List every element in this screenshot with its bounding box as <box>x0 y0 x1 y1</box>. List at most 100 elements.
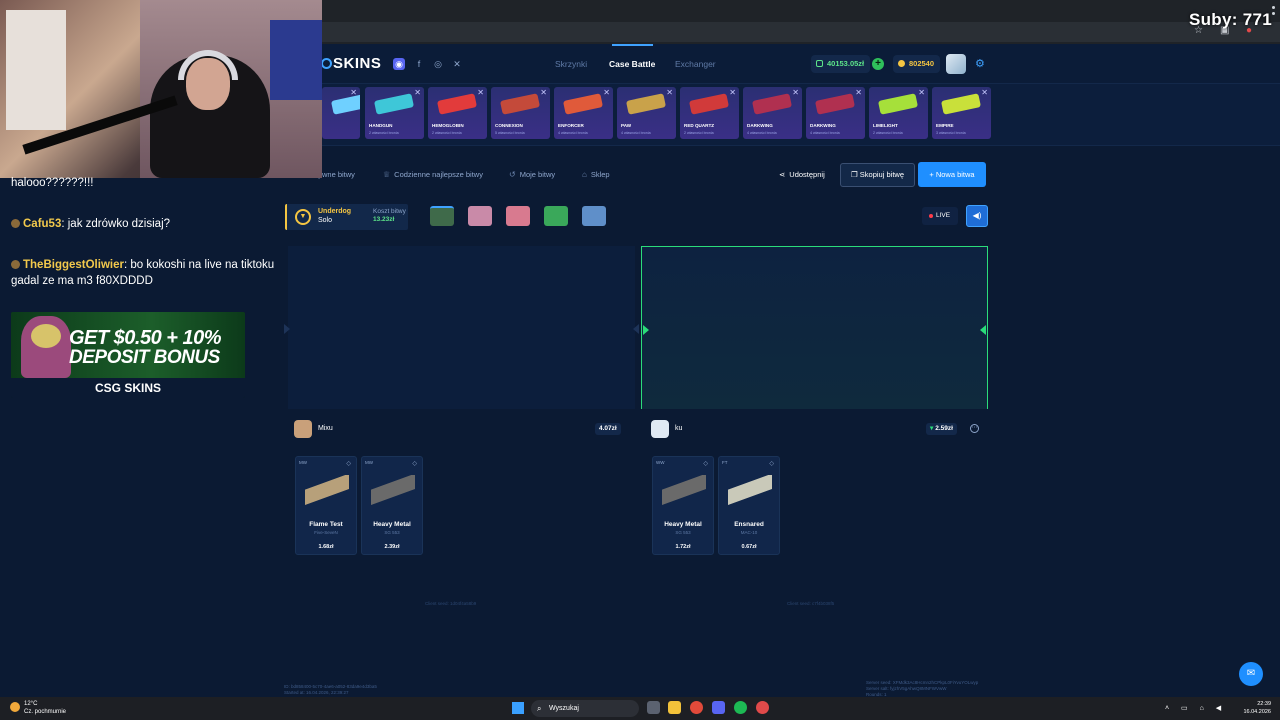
battle-id: ID: bd858400-5c70-4ae6-a052-83da9e4d3ba5… <box>284 684 377 695</box>
copy-battle-button[interactable]: ❐ Skopiuj bitwę <box>840 163 915 187</box>
remove-case-icon[interactable]: ✕ <box>666 88 673 97</box>
case-subtitle: 3 własności bronia <box>936 131 966 135</box>
copy-label: Skopiuj bitwę <box>859 170 904 179</box>
search-label: Wyszukaj <box>549 705 579 712</box>
mode-name: Underdog <box>318 208 352 215</box>
cart-icon: ⌂ <box>582 170 587 179</box>
case-card[interactable]: ✕ EMPIRE 3 własności bronia <box>932 87 991 139</box>
case-card[interactable]: ✕ HANDGUN 2 własności bronia <box>365 87 424 139</box>
remove-case-icon[interactable]: ✕ <box>540 88 547 97</box>
avatar[interactable] <box>294 420 312 438</box>
weapon-image <box>499 93 541 115</box>
taskbar-search[interactable]: ⌕ Wyszukaj <box>531 700 639 717</box>
file-explorer-icon[interactable] <box>668 701 681 714</box>
chrome-icon[interactable] <box>690 701 703 714</box>
case-card[interactable]: ✕ HEMOGLOBIN 2 własności bronia <box>428 87 487 139</box>
live-indicator[interactable]: LIVE <box>922 207 958 225</box>
won-item-card[interactable]: FT ◇ Ensnared MAC-10 0.67zł <box>718 456 780 555</box>
case-card[interactable]: ✕ RED QUARTZ 2 własności bronia <box>680 87 739 139</box>
tab-case-battle[interactable]: Case Battle <box>609 59 655 69</box>
case-card[interactable]: ✕ PAW 4 własności bronia <box>617 87 676 139</box>
won-item-card[interactable]: MW ◇ Flame Test Five-SeveN 1.68zł <box>295 456 357 555</box>
won-item-card[interactable]: WW ◇ Heavy Metal SG 553 1.72zł <box>652 456 714 555</box>
link-my-battles[interactable]: ↺ Moje bitwy <box>509 170 555 179</box>
remove-case-icon[interactable]: ✕ <box>603 88 610 97</box>
cash-balance[interactable]: 40153.05zł <box>811 55 871 73</box>
battle-info: ▼ Underdog Solo Koszt bitwy 13.23zł LIVE… <box>285 204 990 230</box>
case-card[interactable]: ✕ LIMELIGHT 2 własności bronia <box>869 87 928 139</box>
tab-exchanger[interactable]: Exchanger <box>675 59 716 69</box>
case-card[interactable]: ✕ CONNEXION 5 własności bronia <box>491 87 550 139</box>
x-twitter-icon[interactable]: ✕ <box>451 58 463 70</box>
arena-marker <box>284 324 290 334</box>
won-item-card[interactable]: MW ◇ Heavy Metal SG 553 2.39zł <box>361 456 423 555</box>
player-name[interactable]: ku <box>675 425 682 432</box>
case-card[interactable]: ✕ DARKWING 4 własności bronia <box>806 87 865 139</box>
shield-icon: ◇ <box>769 461 774 467</box>
item-price: 2.39zł <box>384 544 400 550</box>
discord-icon[interactable]: ◉ <box>393 58 405 70</box>
discord-taskbar-icon[interactable] <box>712 701 725 714</box>
time: 22:39 <box>1257 701 1271 707</box>
deposit-bonus-ad[interactable]: GET $0.50 + 10% DEPOSIT BONUS CSG SKINS <box>11 312 245 398</box>
battle-case-thumb[interactable] <box>582 206 606 226</box>
case-card[interactable]: ✕ <box>322 87 360 139</box>
coin-balance[interactable]: 802540 <box>893 55 941 73</box>
remove-case-icon[interactable]: ✕ <box>477 88 484 97</box>
user-avatar[interactable] <box>946 54 966 74</box>
item-weapon: SG 553 <box>675 530 691 535</box>
facebook-icon[interactable]: f <box>413 58 425 70</box>
weapon-image <box>814 93 856 115</box>
link-daily-best-battles[interactable]: ♕ Codzienne najlepsze bitwy <box>383 170 483 179</box>
remove-case-icon[interactable]: ✕ <box>981 88 988 97</box>
battle-case-thumb[interactable] <box>430 206 454 226</box>
ad-character-face <box>31 324 61 348</box>
case-subtitle: 2 własności bronia <box>369 131 399 135</box>
battle-mode: ▼ Underdog Solo Koszt bitwy 13.23zł <box>285 204 408 230</box>
chat-text: halooo??????!!! <box>11 177 94 189</box>
address-bar[interactable] <box>322 22 1280 42</box>
system-tray[interactable]: ˄ ▭ ⌂ ◀ <box>1165 704 1226 712</box>
gear-icon[interactable]: ⚙ <box>975 57 985 70</box>
remove-case-icon[interactable]: ✕ <box>918 88 925 97</box>
chat-username: TheBiggestOliwier <box>23 259 124 271</box>
case-subtitle: 2 własności bronia <box>432 131 462 135</box>
server-seed: Server seed: XFMdk3Ac8Hcmn2hCPkpL0FiYvuY… <box>866 680 979 697</box>
player-name[interactable]: Mixu <box>318 425 333 432</box>
support-chat-button[interactable]: ✉ <box>1239 662 1263 686</box>
underdog-icon: ▼ <box>295 209 311 225</box>
new-battle-button[interactable]: + Nowa bitwa <box>918 162 986 187</box>
share-button[interactable]: ⋖ Udostępnij <box>779 170 825 179</box>
site-logo[interactable]: SKINS <box>321 55 381 72</box>
remove-case-icon[interactable]: ✕ <box>792 88 799 97</box>
more-icon[interactable]: ⋯ <box>970 424 979 433</box>
battle-case-thumb[interactable] <box>506 206 530 226</box>
case-card[interactable]: ✕ DARKWING 4 własności bronia <box>743 87 802 139</box>
case-name: DARKWING <box>747 123 773 128</box>
player-total-value: 2.59zł <box>935 425 953 432</box>
deposit-button[interactable]: + <box>872 58 884 70</box>
windows-taskbar: 12°C Cz. pochmurnie ⌕ Wyszukaj ˄ ▭ ⌂ ◀ 22:… <box>0 697 1280 720</box>
app-icon[interactable] <box>756 701 769 714</box>
clock[interactable]: 22:39 16.04.2026 <box>1241 700 1271 716</box>
wallet-icon <box>816 60 823 67</box>
link-shop[interactable]: ⌂ Sklep <box>582 170 610 179</box>
spotify-icon[interactable] <box>734 701 747 714</box>
instagram-icon[interactable]: ◎ <box>432 58 444 70</box>
battle-case-thumb[interactable] <box>544 206 568 226</box>
remove-case-icon[interactable]: ✕ <box>414 88 421 97</box>
cost-value: 13.23zł <box>373 216 395 223</box>
item-name: Ensnared <box>734 521 764 528</box>
case-card[interactable]: ✕ ENFORCER 4 własności bronia <box>554 87 613 139</box>
case-subtitle: 4 własności bronia <box>747 131 777 135</box>
avatar[interactable] <box>651 420 669 438</box>
sound-toggle-button[interactable]: ◀) <box>966 205 988 227</box>
tab-skrzynki[interactable]: Skrzynki <box>555 59 587 69</box>
menu-dot <box>1272 12 1275 15</box>
task-view-icon[interactable] <box>647 701 660 714</box>
remove-case-icon[interactable]: ✕ <box>729 88 736 97</box>
weather-widget[interactable]: 12°C Cz. pochmurnie <box>10 700 66 716</box>
remove-case-icon[interactable]: ✕ <box>855 88 862 97</box>
start-button[interactable] <box>512 702 524 714</box>
battle-case-thumb[interactable] <box>468 206 492 226</box>
